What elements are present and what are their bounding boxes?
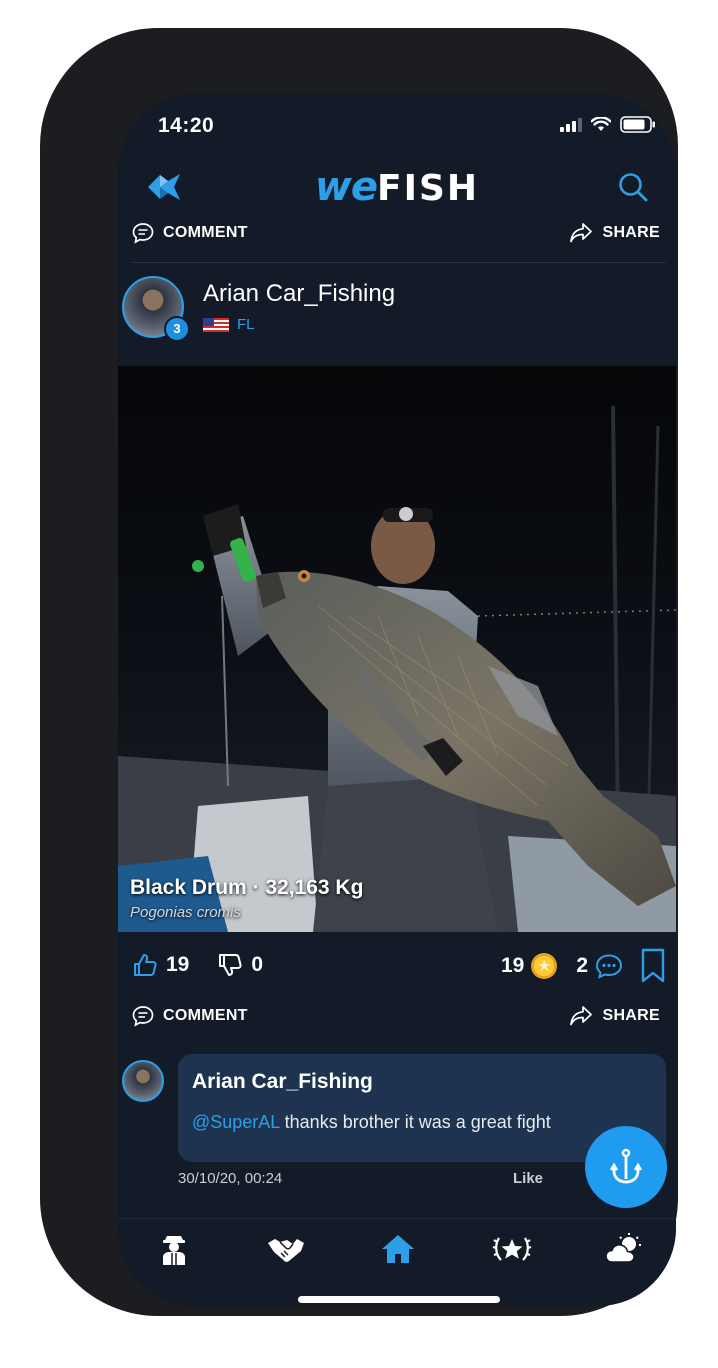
share-button[interactable]: SHARE (569, 1005, 660, 1027)
hook-fab-button[interactable] (585, 1126, 667, 1208)
comment-mention[interactable]: @SuperAL (192, 1112, 280, 1132)
comment-label: COMMENT (163, 1007, 248, 1024)
reaction-stats: 19 0 (132, 952, 263, 978)
thumbs-up-icon[interactable] (132, 952, 158, 978)
wifi-icon (591, 117, 611, 131)
comment-icon (132, 223, 154, 244)
bottom-nav (118, 1218, 676, 1306)
app-screen: 14:20 weFISH COMMENT SHARE 3 Arian Car_F… (118, 94, 676, 1306)
nav-profile[interactable] (154, 1231, 194, 1267)
us-flag-icon (203, 317, 229, 332)
post-avatar[interactable]: 3 (122, 276, 190, 342)
dislikes-count: 0 (251, 953, 264, 976)
battery-icon (620, 116, 655, 133)
home-indicator[interactable] (298, 1296, 500, 1303)
nav-awards[interactable] (492, 1231, 532, 1267)
thumbs-down-icon[interactable] (217, 952, 243, 978)
catch-photo[interactable]: Black Drum · 32,163 Kg Pogonias cromis (118, 366, 676, 932)
share-button[interactable]: SHARE (569, 222, 660, 244)
engagement-stats: 19 ★ 2 (501, 948, 666, 984)
comment-icon (132, 1006, 154, 1027)
share-icon (570, 1006, 593, 1026)
star-coin-icon[interactable]: ★ (531, 953, 558, 979)
catch-photo-image (118, 366, 676, 932)
comment-label: COMMENT (163, 224, 248, 241)
share-icon (570, 223, 593, 243)
nav-weather[interactable] (604, 1231, 644, 1267)
share-label: SHARE (602, 1007, 660, 1024)
app-logo-we: we (314, 164, 378, 210)
previous-post-actions: COMMENT SHARE (132, 218, 660, 248)
comment-button[interactable]: COMMENT (132, 222, 248, 244)
star-award-icon (492, 1237, 532, 1261)
bookmark-icon[interactable] (640, 948, 666, 984)
status-icons (560, 116, 656, 133)
location-label: FL (237, 316, 255, 333)
profile-icon (163, 1236, 185, 1265)
comment-like-button[interactable]: Like (513, 1170, 543, 1187)
comment-username[interactable]: Arian Car_Fishing (192, 1070, 373, 1094)
app-logo-fish: FISH (377, 168, 480, 209)
handshake-icon (268, 1239, 304, 1262)
search-icon[interactable] (618, 172, 648, 202)
likes-count: 19 (166, 953, 190, 976)
catch-title: Black Drum · 32,163 Kg (130, 876, 364, 899)
comment-timestamp: 30/10/20, 00:24 (178, 1170, 283, 1187)
signal-icon (560, 117, 582, 132)
comment-body: thanks brother it was a great fight (279, 1112, 551, 1132)
divider (132, 262, 666, 263)
app-logo: weFISH (118, 164, 676, 210)
comment-avatar[interactable] (122, 1060, 164, 1102)
phone-frame: 14:20 weFISH COMMENT SHARE 3 Arian Car_F… (40, 28, 678, 1316)
status-time: 14:20 (158, 114, 215, 137)
user-level-badge: 3 (164, 316, 190, 342)
post-actions: COMMENT SHARE (132, 1001, 660, 1031)
comment-button[interactable]: COMMENT (132, 1005, 248, 1027)
post-username[interactable]: Arian Car_Fishing (203, 280, 395, 308)
post-location: FL (203, 316, 255, 333)
coins-count: 19 (500, 954, 525, 977)
home-icon (382, 1235, 414, 1263)
weather-icon (605, 1233, 641, 1263)
comments-count: 2 (576, 954, 588, 977)
fish-hook-icon (609, 1148, 643, 1184)
catch-species: Pogonias cromis (130, 904, 241, 921)
nav-community[interactable] (266, 1231, 306, 1267)
nav-home[interactable] (378, 1231, 418, 1267)
comment-text: @SuperAL thanks brother it was a great f… (192, 1112, 551, 1133)
share-label: SHARE (602, 224, 660, 241)
comment-icon[interactable] (595, 953, 623, 979)
